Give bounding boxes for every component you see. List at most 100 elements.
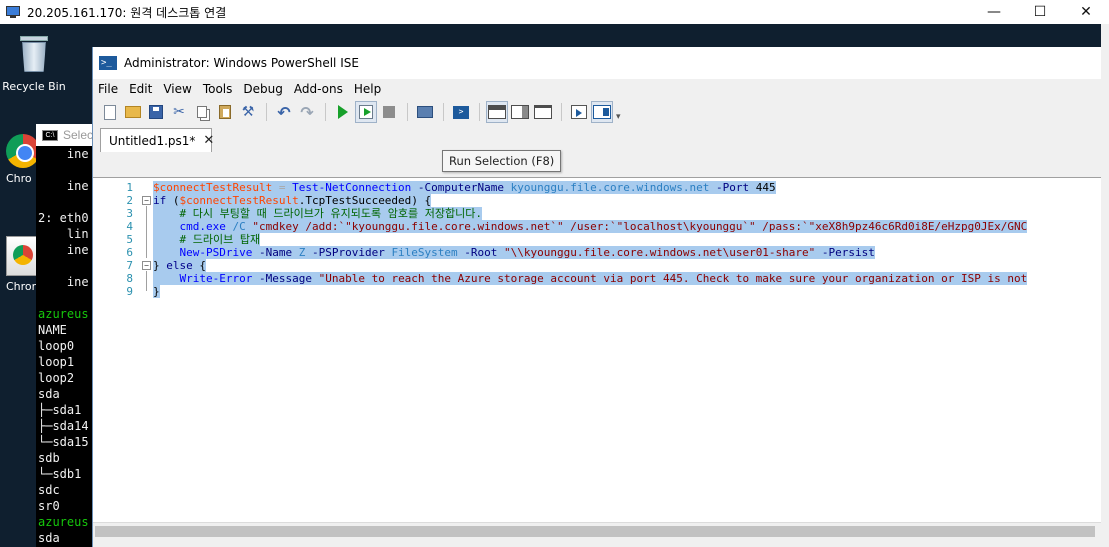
menu-file[interactable]: File	[98, 82, 118, 96]
token: .TcpTestSucceeded	[298, 194, 412, 207]
close-button[interactable]: ✕	[1063, 0, 1109, 24]
clear-console-button[interactable]: ⚒	[237, 101, 259, 123]
minimize-button[interactable]: —	[971, 0, 1017, 24]
fold-guide	[146, 206, 147, 258]
paste-button[interactable]	[214, 101, 236, 123]
script-tabs: Untitled1.ps1* ✕	[93, 125, 1109, 152]
rdp-title-bar: 20.205.161.170: 원격 데스크톱 연결 — ☐ ✕	[0, 0, 1109, 24]
token: -Name	[252, 246, 299, 259]
line-number: 3	[126, 207, 133, 220]
token: "Unable to reach the Azure storage accou…	[318, 272, 1028, 285]
token: -Port	[709, 181, 756, 194]
code-area[interactable]: $connectTestResult = Test-NetConnection …	[153, 178, 1109, 522]
cut-button[interactable]: ✂	[168, 101, 190, 123]
token: $connectTestResult	[179, 194, 299, 207]
collapse-icon[interactable]: −	[142, 261, 151, 270]
menu-debug[interactable]: Debug	[243, 82, 282, 96]
show-script-top-button[interactable]	[486, 101, 508, 123]
vertical-scrollbar[interactable]	[1101, 24, 1109, 547]
run-selection-icon	[359, 105, 373, 119]
tab-label: Untitled1.ps1*	[109, 133, 196, 148]
commands-addon-icon	[593, 105, 611, 119]
token: }	[153, 285, 160, 298]
token: # 드라이브 탑재	[179, 233, 261, 246]
code-line-6: New-PSDrive -Name Z -PSProvider FileSyst…	[153, 246, 875, 259]
token: if	[153, 194, 167, 207]
copy-icon	[197, 106, 207, 118]
line-number: 4	[126, 220, 133, 233]
redo-button[interactable]: ↷	[296, 101, 318, 123]
new-button[interactable]	[99, 101, 121, 123]
menu-addons[interactable]: Add-ons	[294, 82, 343, 96]
tab-untitled1[interactable]: Untitled1.ps1* ✕	[100, 128, 214, 152]
menu-view[interactable]: View	[163, 82, 191, 96]
powershell-icon: >_	[99, 56, 117, 70]
play-icon	[338, 105, 348, 119]
powershell-ise-window[interactable]: >_ Administrator: Windows PowerShell ISE…	[92, 47, 1109, 547]
show-commands-addon-button[interactable]	[591, 101, 613, 123]
tab-close-icon[interactable]: ✕	[203, 133, 214, 148]
script-editor[interactable]: 1 2 3 4 5 6 7 8 9 − − $connectTestResult…	[93, 177, 1109, 522]
token: -ComputerName	[411, 181, 511, 194]
remote-desktop-icon	[5, 5, 21, 19]
token: "cmdkey /add:`"kyounggu.file.core.window…	[252, 220, 1028, 233]
run-selection-tooltip: Run Selection (F8)	[442, 150, 562, 172]
remote-tab-icon	[417, 106, 433, 118]
token: -Root	[457, 246, 505, 259]
line-number: 2	[126, 194, 133, 207]
token: =	[272, 181, 293, 194]
code-line-7: } else {	[153, 259, 206, 272]
line-number: 5	[126, 233, 133, 246]
fold-guide	[146, 271, 147, 291]
toolbar: ✂ ⚒ ↶ ↷ > ▾	[93, 99, 1109, 125]
run-script-button[interactable]	[332, 101, 354, 123]
ise-title-bar: >_ Administrator: Windows PowerShell ISE	[93, 47, 1109, 79]
run-selection-button[interactable]	[355, 101, 377, 123]
show-script-maximized-button[interactable]	[532, 101, 554, 123]
menu-tools[interactable]: Tools	[203, 82, 233, 96]
token: -PSProvider	[305, 246, 392, 259]
menu-help[interactable]: Help	[354, 82, 381, 96]
token: -Persist	[815, 246, 875, 259]
scrollbar-thumb[interactable]	[95, 526, 1095, 537]
stop-button[interactable]	[378, 101, 400, 123]
toolbar-separator	[266, 103, 267, 121]
save-button[interactable]	[145, 101, 167, 123]
open-button[interactable]	[122, 101, 144, 123]
horizontal-scrollbar[interactable]	[93, 522, 1109, 539]
collapse-icon[interactable]: −	[142, 196, 151, 205]
start-powershell-button[interactable]: >	[450, 101, 472, 123]
toolbar-separator	[325, 103, 326, 121]
token: -Message	[252, 272, 319, 285]
show-snippets-button[interactable]	[568, 101, 590, 123]
powershell-console-icon: >	[453, 105, 469, 119]
new-file-icon	[104, 104, 116, 120]
maximize-button[interactable]: ☐	[1017, 0, 1063, 24]
clear-icon: ⚒	[241, 104, 255, 120]
code-line-9: }	[153, 285, 160, 298]
show-script-right-button[interactable]	[509, 101, 531, 123]
token: ) {	[411, 194, 432, 207]
undo-button[interactable]: ↶	[273, 101, 295, 123]
line-number: 6	[126, 246, 133, 259]
token: Test-NetConnection	[292, 181, 412, 194]
desktop-icon-recycle-bin[interactable]: Recycle Bin	[2, 34, 66, 93]
code-line-8: Write-Error -Message "Unable to reach th…	[153, 272, 1028, 285]
undo-icon: ↶	[277, 102, 291, 122]
stop-icon	[383, 106, 395, 118]
token: (	[166, 194, 180, 207]
token: {	[192, 259, 206, 272]
toolbar-overflow-icon[interactable]: ▾	[616, 112, 621, 122]
token: $connectTestResult	[153, 181, 273, 194]
copy-button[interactable]	[191, 101, 213, 123]
token: FileSystem	[391, 246, 458, 259]
chrome-icon	[6, 134, 40, 168]
menu-edit[interactable]: Edit	[129, 82, 152, 96]
desktop-icon-label: Recycle Bin	[2, 80, 66, 93]
rdp-title: 20.205.161.170: 원격 데스크톱 연결	[27, 5, 227, 20]
chrome-shortcut-icon	[6, 236, 40, 276]
remote-powershell-button[interactable]	[414, 101, 436, 123]
token: kyounggu.file.core.windows.net	[510, 181, 710, 194]
